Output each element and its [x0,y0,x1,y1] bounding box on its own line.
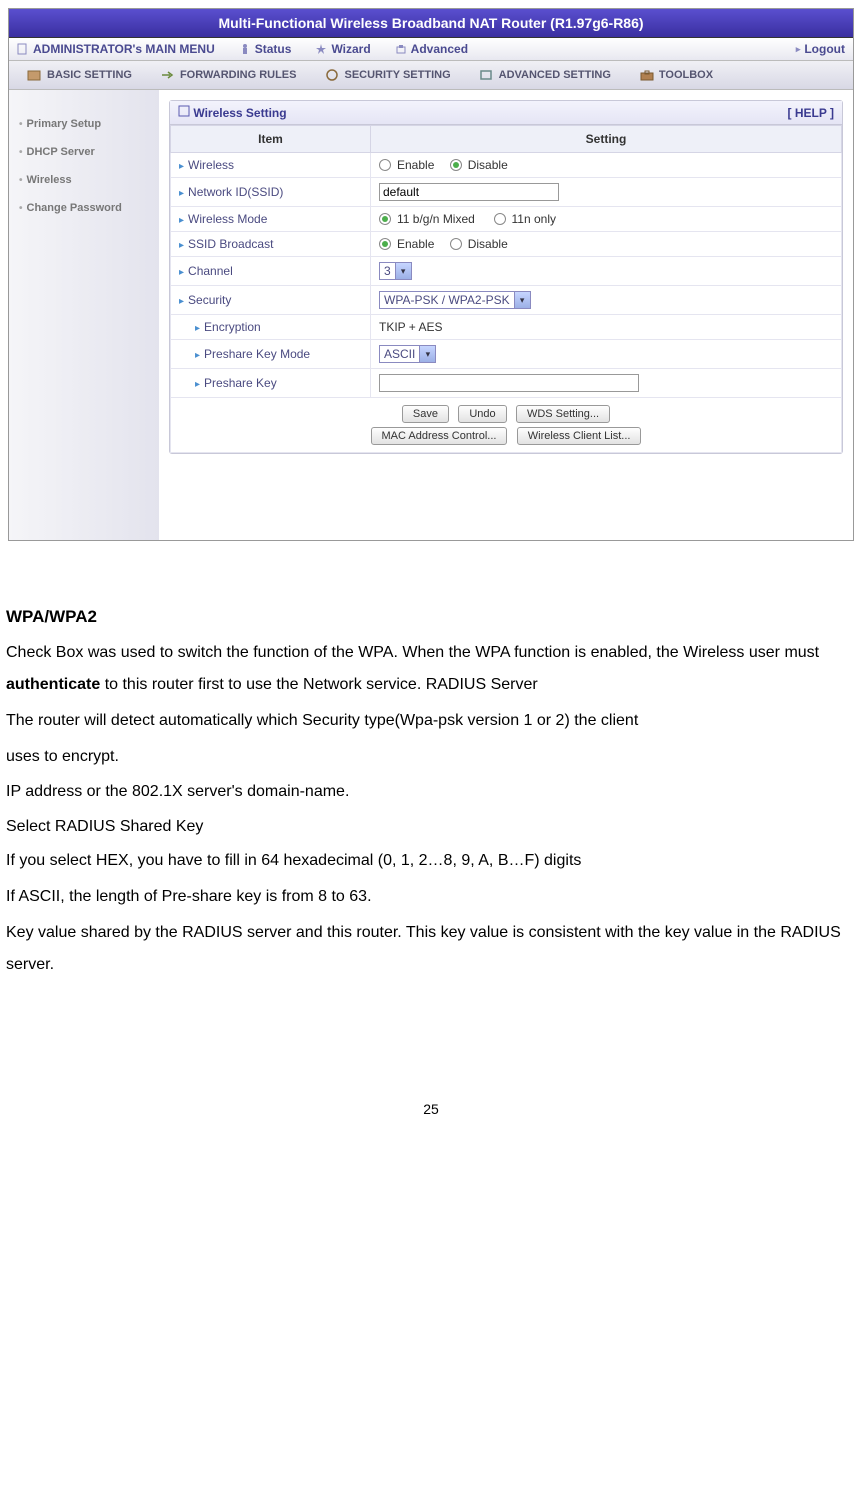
tab-forwarding-rules[interactable]: FORWARDING RULES [150,65,307,85]
row-arrow-icon: ▸ [179,188,184,199]
encryption-value: TKIP + AES [379,320,442,334]
button-row: Save Undo WDS Setting... MAC Address Con… [171,398,842,453]
chevron-down-icon: ▾ [514,292,530,308]
advanced-setting-icon [479,68,495,82]
preshare-key-input[interactable] [379,374,639,392]
status-icon [239,43,251,55]
security-select[interactable]: WPA-PSK / WPA2-PSK ▾ [379,291,531,309]
row-arrow-icon: ▸ [179,240,184,251]
row-arrow-icon: ▸ [179,215,184,226]
wireless-setting-panel: Wireless Setting [ HELP ] Item Setting ▸… [169,100,843,454]
doc-paragraph: If you select HEX, you have to fill in 6… [6,845,856,877]
menu-advanced[interactable]: Advanced [395,42,468,56]
advanced-icon [395,43,407,55]
channel-select[interactable]: 3 ▾ [379,262,412,280]
chevron-down-icon: ▾ [419,346,435,362]
row-arrow-icon: ▸ [179,267,184,278]
doc-paragraph: uses to encrypt. [6,743,856,772]
main-menu: ADMINISTRATOR's MAIN MENU Status Wizard … [9,38,853,61]
doc-paragraph: Select RADIUS Shared Key [6,813,856,842]
wds-setting-button[interactable]: WDS Setting... [516,405,610,423]
client-list-button[interactable]: Wireless Client List... [517,427,642,445]
row-arrow-icon: ▸ [195,350,200,361]
ssid-disable-radio[interactable] [450,238,462,250]
table-row: ▸Wireless Mode 11 b/g/n Mixed 11n only [171,207,842,232]
undo-button[interactable]: Undo [458,405,506,423]
row-arrow-icon: ▸ [195,323,200,334]
wireless-enable-radio[interactable] [379,159,391,171]
chevron-down-icon: ▾ [395,263,411,279]
header-bar: Multi-Functional Wireless Broadband NAT … [9,9,853,38]
sidebar-dhcp-server[interactable]: DHCP Server [17,138,151,166]
sidebar: Primary Setup DHCP Server Wireless Chang… [9,90,159,540]
table-row: ▸Preshare Key [171,369,842,398]
forwarding-icon [160,68,176,82]
table-row: ▸Network ID(SSID) [171,178,842,207]
doc-paragraph: If ASCII, the length of Pre-share key is… [6,881,856,913]
table-row: ▸Security WPA-PSK / WPA2-PSK ▾ [171,286,842,315]
help-link[interactable]: [ HELP ] [788,106,834,120]
header-title: Multi-Functional Wireless Broadband NAT … [218,15,643,31]
ssid-enable-radio[interactable] [379,238,391,250]
preshare-mode-select[interactable]: ASCII ▾ [379,345,436,363]
ssid-input[interactable] [379,183,559,201]
doc-paragraph: IP address or the 802.1X server's domain… [6,778,856,807]
menu-logout[interactable]: ▸ Logout [796,42,845,56]
row-arrow-icon: ▸ [179,161,184,172]
page-icon [17,43,29,55]
content-area: Wireless Setting [ HELP ] Item Setting ▸… [159,90,853,540]
document-text: WPA/WPA2 Check Box was used to switch th… [0,549,862,1157]
table-row: ▸Wireless Enable Disable [171,153,842,178]
tab-advanced-setting[interactable]: ADVANCED SETTING [469,65,621,85]
sidebar-primary-setup[interactable]: Primary Setup [17,110,151,138]
table-row: ▸SSID Broadcast Enable Disable [171,232,842,257]
tab-basic-setting[interactable]: BASIC SETTING [17,65,142,85]
doc-paragraph: Key value shared by the RADIUS server an… [6,917,856,981]
tab-toolbox[interactable]: TOOLBOX [629,65,723,85]
tab-bar: BASIC SETTING FORWARDING RULES SECURITY … [9,61,853,90]
panel-icon [178,105,190,117]
basic-setting-icon [27,68,43,82]
doc-paragraph: Check Box was used to switch the functio… [6,637,856,701]
col-setting: Setting [371,126,842,153]
chevron-right-icon: ▸ [796,44,801,55]
mode-mixed-radio[interactable] [379,213,391,225]
menu-status[interactable]: Status [239,42,292,56]
main-menu-label: ADMINISTRATOR's MAIN MENU [17,42,215,56]
settings-table: Item Setting ▸Wireless Enable Disable [170,125,842,453]
wireless-disable-radio[interactable] [450,159,462,171]
router-admin-screenshot: Multi-Functional Wireless Broadband NAT … [8,8,854,541]
table-row: ▸Encryption TKIP + AES [171,315,842,340]
panel-title: Wireless Setting [193,106,286,120]
doc-paragraph: The router will detect automatically whi… [6,705,856,737]
sidebar-wireless[interactable]: Wireless [17,166,151,194]
row-arrow-icon: ▸ [195,379,200,390]
doc-heading: WPA/WPA2 [6,607,856,627]
save-button[interactable]: Save [402,405,449,423]
tab-security-setting[interactable]: SECURITY SETTING [314,65,460,85]
table-row: ▸Channel 3 ▾ [171,257,842,286]
wizard-icon [315,43,327,55]
page-number: 25 [6,1101,856,1117]
menu-wizard[interactable]: Wizard [315,42,370,56]
security-icon [324,68,340,82]
mode-11n-radio[interactable] [494,213,506,225]
toolbox-icon [639,68,655,82]
sidebar-change-password[interactable]: Change Password [17,194,151,222]
col-item: Item [171,126,371,153]
mac-control-button[interactable]: MAC Address Control... [371,427,508,445]
table-row: ▸Preshare Key Mode ASCII ▾ [171,340,842,369]
row-arrow-icon: ▸ [179,296,184,307]
